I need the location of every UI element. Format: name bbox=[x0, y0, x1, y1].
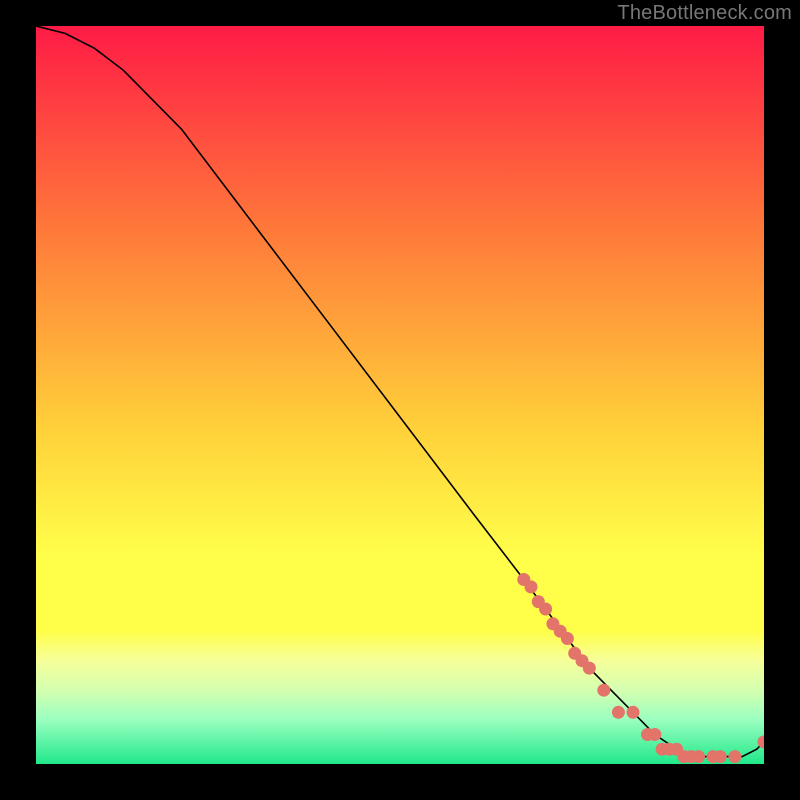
sample-dot bbox=[525, 580, 538, 593]
sample-dot bbox=[692, 750, 705, 763]
chart-container: TheBottleneck.com bbox=[0, 0, 800, 800]
gradient-background bbox=[36, 26, 764, 764]
sample-dot bbox=[714, 750, 727, 763]
sample-dot bbox=[539, 603, 552, 616]
sample-dot bbox=[627, 706, 640, 719]
sample-dot bbox=[728, 750, 741, 763]
sample-dot bbox=[597, 684, 610, 697]
watermark-text: TheBottleneck.com bbox=[617, 2, 792, 25]
plot-area bbox=[36, 26, 764, 764]
sample-dot bbox=[612, 706, 625, 719]
chart-svg bbox=[36, 26, 764, 764]
sample-dot bbox=[648, 728, 661, 741]
sample-dot bbox=[561, 632, 574, 645]
sample-dot bbox=[583, 662, 596, 675]
